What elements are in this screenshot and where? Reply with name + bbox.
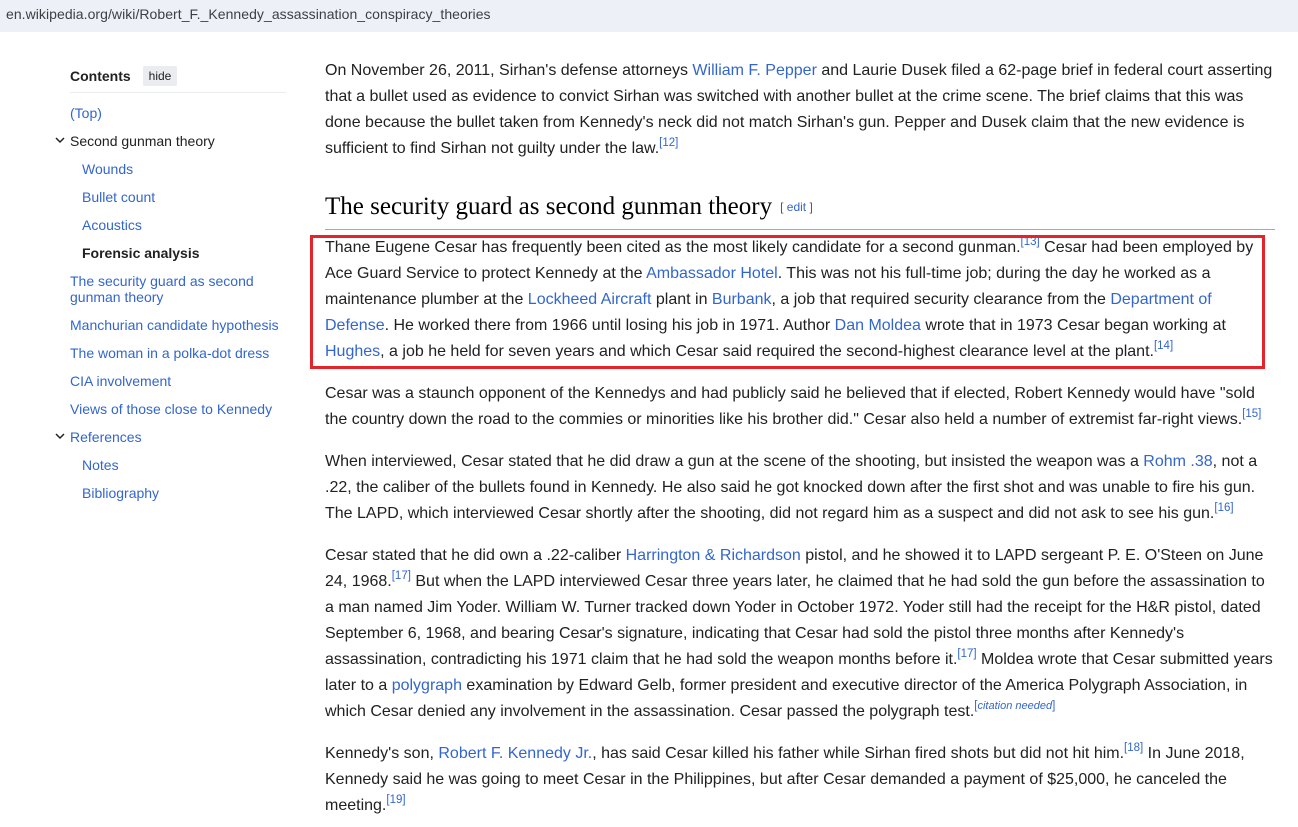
toc-item-views[interactable]: Views of those close to Kennedy bbox=[70, 401, 286, 417]
link-polygraph[interactable]: polygraph bbox=[392, 677, 462, 694]
citation-ref[interactable]: [19] bbox=[386, 794, 405, 806]
citation-ref[interactable]: [16] bbox=[1214, 502, 1233, 514]
toc-item-top[interactable]: (Top) bbox=[70, 105, 286, 121]
toc-item-references[interactable]: References bbox=[70, 429, 286, 445]
toc-hide-button[interactable]: hide bbox=[142, 66, 178, 86]
edit-section: [ edit ] bbox=[780, 200, 813, 214]
toc-title: Contents bbox=[70, 68, 131, 84]
link-rohm-38[interactable]: Rohm .38 bbox=[1143, 453, 1212, 470]
toc-item-cia[interactable]: CIA involvement bbox=[70, 373, 286, 389]
section-heading: The security guard as second gunman theo… bbox=[325, 186, 1275, 230]
citation-ref[interactable]: [17] bbox=[957, 648, 976, 660]
text: When interviewed, Cesar stated that he d… bbox=[325, 453, 1144, 470]
url-text: en.wikipedia.org/wiki/Robert_F._Kennedy_… bbox=[6, 6, 491, 22]
paragraph: Cesar stated that he did own a .22-calib… bbox=[325, 543, 1275, 725]
citation-needed: [citation needed] bbox=[974, 700, 1055, 712]
toc-item-wounds[interactable]: Wounds bbox=[82, 161, 282, 177]
bracket: ] bbox=[806, 200, 813, 214]
address-bar[interactable]: en.wikipedia.org/wiki/Robert_F._Kennedy_… bbox=[0, 0, 1298, 32]
link-harrington-richardson[interactable]: Harrington & Richardson bbox=[626, 547, 801, 564]
bracket: [ bbox=[780, 200, 787, 214]
citation-ref[interactable]: [15] bbox=[1242, 408, 1261, 420]
citation-ref[interactable]: [17] bbox=[392, 570, 411, 582]
toc-header: Contents hide bbox=[70, 66, 178, 86]
toc-item-bibliography[interactable]: Bibliography bbox=[82, 485, 282, 501]
toc-divider bbox=[70, 92, 286, 93]
toc-item-forensic-analysis[interactable]: Forensic analysis bbox=[82, 245, 282, 261]
text: , has said Cesar killed his father while… bbox=[592, 745, 1125, 762]
paragraph: Cesar was a staunch opponent of the Kenn… bbox=[325, 381, 1275, 433]
text: examination by Edward Gelb, former presi… bbox=[325, 677, 1248, 720]
toc-item-notes[interactable]: Notes bbox=[82, 457, 282, 473]
toc-item-bullet-count[interactable]: Bullet count bbox=[82, 189, 282, 205]
text: Cesar was a staunch opponent of the Kenn… bbox=[325, 385, 1255, 428]
edit-link[interactable]: edit bbox=[787, 200, 806, 214]
paragraph: Kennedy's son, Robert F. Kennedy Jr., ha… bbox=[325, 741, 1275, 819]
chevron-down-icon[interactable] bbox=[54, 430, 66, 442]
toc-item-manchurian[interactable]: Manchurian candidate hypothesis bbox=[70, 317, 286, 333]
citation-ref[interactable]: [12] bbox=[659, 137, 678, 149]
bracket: ] bbox=[1052, 700, 1056, 712]
citation-ref[interactable]: [18] bbox=[1124, 742, 1143, 754]
toc-item-second-gunman[interactable]: Second gunman theory bbox=[70, 133, 286, 149]
link-rfk-jr[interactable]: Robert F. Kennedy Jr. bbox=[438, 745, 592, 762]
citation-needed-link[interactable]: citation needed bbox=[977, 700, 1052, 712]
text: Kennedy's son, bbox=[325, 745, 439, 762]
highlight-annotation-box bbox=[310, 235, 1265, 369]
link-william-pepper[interactable]: William F. Pepper bbox=[692, 62, 816, 79]
paragraph: On November 26, 2011, Sirhan's defense a… bbox=[325, 58, 1275, 162]
heading-title: The security guard as second gunman theo… bbox=[325, 193, 773, 220]
toc-item-polka-dot[interactable]: The woman in a polka-dot dress bbox=[70, 345, 286, 361]
chevron-down-icon[interactable] bbox=[54, 134, 66, 146]
text: Cesar stated that he did own a .22-calib… bbox=[325, 547, 626, 564]
paragraph: When interviewed, Cesar stated that he d… bbox=[325, 449, 1275, 527]
toc-item-acoustics[interactable]: Acoustics bbox=[82, 217, 282, 233]
text: On November 26, 2011, Sirhan's defense a… bbox=[325, 62, 693, 79]
toc-item-security-guard[interactable]: The security guard as second gunman theo… bbox=[70, 273, 286, 305]
